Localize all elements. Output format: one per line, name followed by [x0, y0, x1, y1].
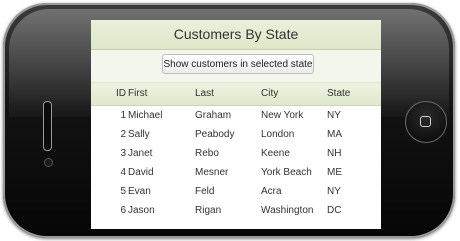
grid-header: ID First Last City State	[91, 83, 381, 106]
table-row[interactable]: 3 Janet Rebo Keene NH	[91, 144, 381, 163]
column-header-last[interactable]: Last	[195, 83, 214, 105]
table-row[interactable]: 1 Michael Graham New York NY	[91, 106, 381, 125]
show-customers-button[interactable]: Show customers in selected state	[162, 54, 314, 74]
camera-lens	[44, 158, 53, 167]
cell-last: Rebo	[195, 148, 219, 159]
cell-city: New York	[261, 110, 304, 121]
cell-id: 5	[120, 186, 126, 197]
cell-id: 2	[120, 129, 126, 140]
cell-id: 1	[120, 110, 126, 121]
cell-state: NH	[327, 148, 342, 159]
page-title: Customers By State	[91, 20, 381, 50]
home-button[interactable]	[405, 101, 447, 143]
column-header-state[interactable]: State	[327, 83, 350, 105]
table-row[interactable]: 2 Sally Peabody London MA	[91, 125, 381, 144]
speaker-grille	[43, 101, 52, 151]
cell-last: Mesner	[195, 167, 229, 178]
cell-first: Michael	[128, 110, 163, 121]
cell-last: Graham	[195, 110, 232, 121]
cell-first: Janet	[128, 148, 153, 159]
cell-id: 3	[120, 148, 126, 159]
column-header-first[interactable]: First	[128, 83, 147, 105]
app-screen: Customers By State Show customers in sel…	[91, 20, 381, 229]
cell-city: Acra	[261, 186, 282, 197]
cell-state: NY	[327, 186, 341, 197]
cell-state: MA	[327, 129, 342, 140]
table-row[interactable]: 4 David Mesner York Beach ME	[91, 163, 381, 182]
cell-last: Feld	[195, 186, 215, 197]
cell-id: 4	[120, 167, 126, 178]
cell-state: ME	[327, 167, 342, 178]
cell-first: David	[128, 167, 154, 178]
phone-frame: Customers By State Show customers in sel…	[3, 3, 455, 238]
square-icon	[420, 116, 431, 127]
cell-city: London	[261, 129, 295, 140]
cell-id: 6	[120, 205, 126, 216]
cell-first: Jason	[128, 205, 155, 216]
column-header-id[interactable]: ID	[109, 83, 126, 105]
cell-state: NY	[327, 110, 341, 121]
cell-city: Keene	[261, 148, 290, 159]
cell-first: Evan	[128, 186, 151, 197]
cell-state: DC	[327, 205, 342, 216]
cell-last: Rigan	[195, 205, 222, 216]
cell-city: York Beach	[261, 167, 312, 178]
cell-first: Sally	[128, 129, 150, 140]
toolbar: Show customers in selected state	[91, 50, 381, 83]
cell-last: Peabody	[195, 129, 235, 140]
table-row[interactable]: 5 Evan Feld Acra NY	[91, 182, 381, 201]
column-header-city[interactable]: City	[261, 83, 278, 105]
cell-city: Washington	[261, 205, 314, 216]
table-row[interactable]: 6 Jason Rigan Washington DC	[91, 201, 381, 220]
grid-body: 1 Michael Graham New York NY 2 Sally Pea…	[91, 106, 381, 220]
